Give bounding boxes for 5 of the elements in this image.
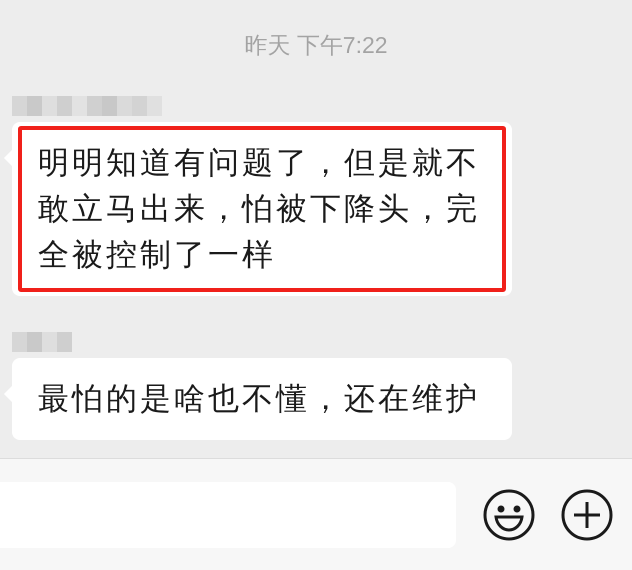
timestamp: 昨天 下午7:22 (244, 31, 388, 60)
plus-icon[interactable] (560, 488, 614, 542)
message-text: 明明知道有问题了，但是就不敢立马出来，怕被下降头，完全被控制了一样 (38, 144, 481, 274)
message-text: 最怕的是啥也不懂，还在维护 (38, 380, 481, 418)
emoji-icon[interactable] (482, 488, 536, 542)
